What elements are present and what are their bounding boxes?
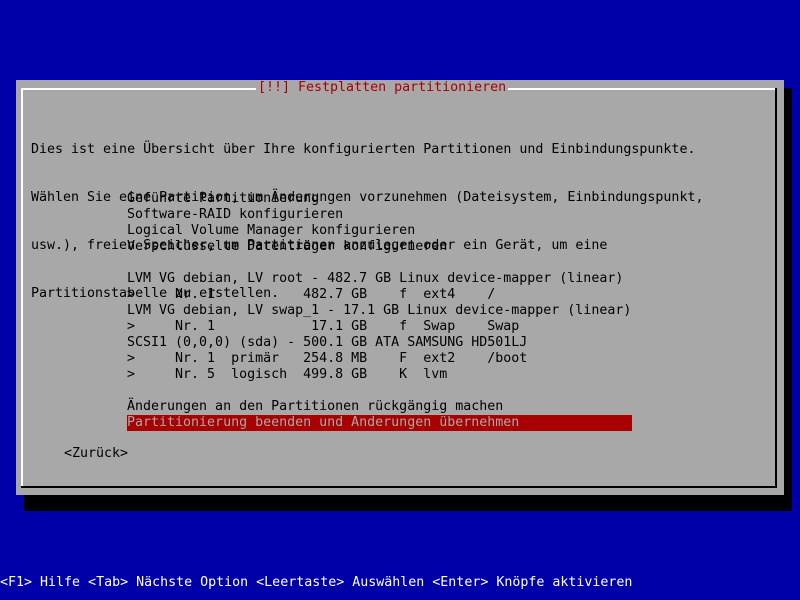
partition-sda-nr5[interactable]: > Nr. 5 logisch 499.8 GB K lvm: [127, 367, 447, 383]
menu-item-lvm[interactable]: Logical Volume Manager konfigurieren: [127, 223, 415, 239]
menu-item-encrypted-volumes[interactable]: Verschlüsselte Datenträger konfigurieren: [127, 239, 447, 255]
dialog-title: [!!] Festplatten partitionieren: [256, 80, 509, 96]
menu-item-undo-changes[interactable]: Änderungen an den Partitionen rückgängig…: [127, 399, 503, 415]
partition-root-nr1[interactable]: > Nr. 1 482.7 GB f ext4 /: [127, 287, 495, 303]
partition-dialog: [!!] Festplatten partitionieren Dies ist…: [16, 80, 784, 495]
menu-item-finish-partitioning[interactable]: Partitionierung beenden und Änderungen ü…: [127, 415, 632, 431]
device-lvm-swap[interactable]: LVM VG debian, LV swap_1 - 17.1 GB Linux…: [127, 303, 631, 319]
menu-item-software-raid[interactable]: Software-RAID konfigurieren: [127, 207, 343, 223]
intro-line: Dies ist eine Übersicht über Ihre konfig…: [31, 142, 696, 157]
partition-sda-nr1[interactable]: > Nr. 1 primär 254.8 MB F ext2 /boot: [127, 351, 527, 367]
device-scsi1-sda[interactable]: SCSI1 (0,0,0) (sda) - 500.1 GB ATA SAMSU…: [127, 335, 527, 351]
key-help-bar: <F1> Hilfe <Tab> Nächste Option <Leertas…: [0, 575, 633, 590]
back-button[interactable]: <Zurück>: [64, 446, 128, 462]
device-lvm-root[interactable]: LVM VG debian, LV root - 482.7 GB Linux …: [127, 271, 623, 287]
menu-item-guided-partitioning[interactable]: Geführte Partitionierung: [127, 191, 319, 207]
partition-swap-nr1[interactable]: > Nr. 1 17.1 GB f Swap Swap: [127, 319, 519, 335]
